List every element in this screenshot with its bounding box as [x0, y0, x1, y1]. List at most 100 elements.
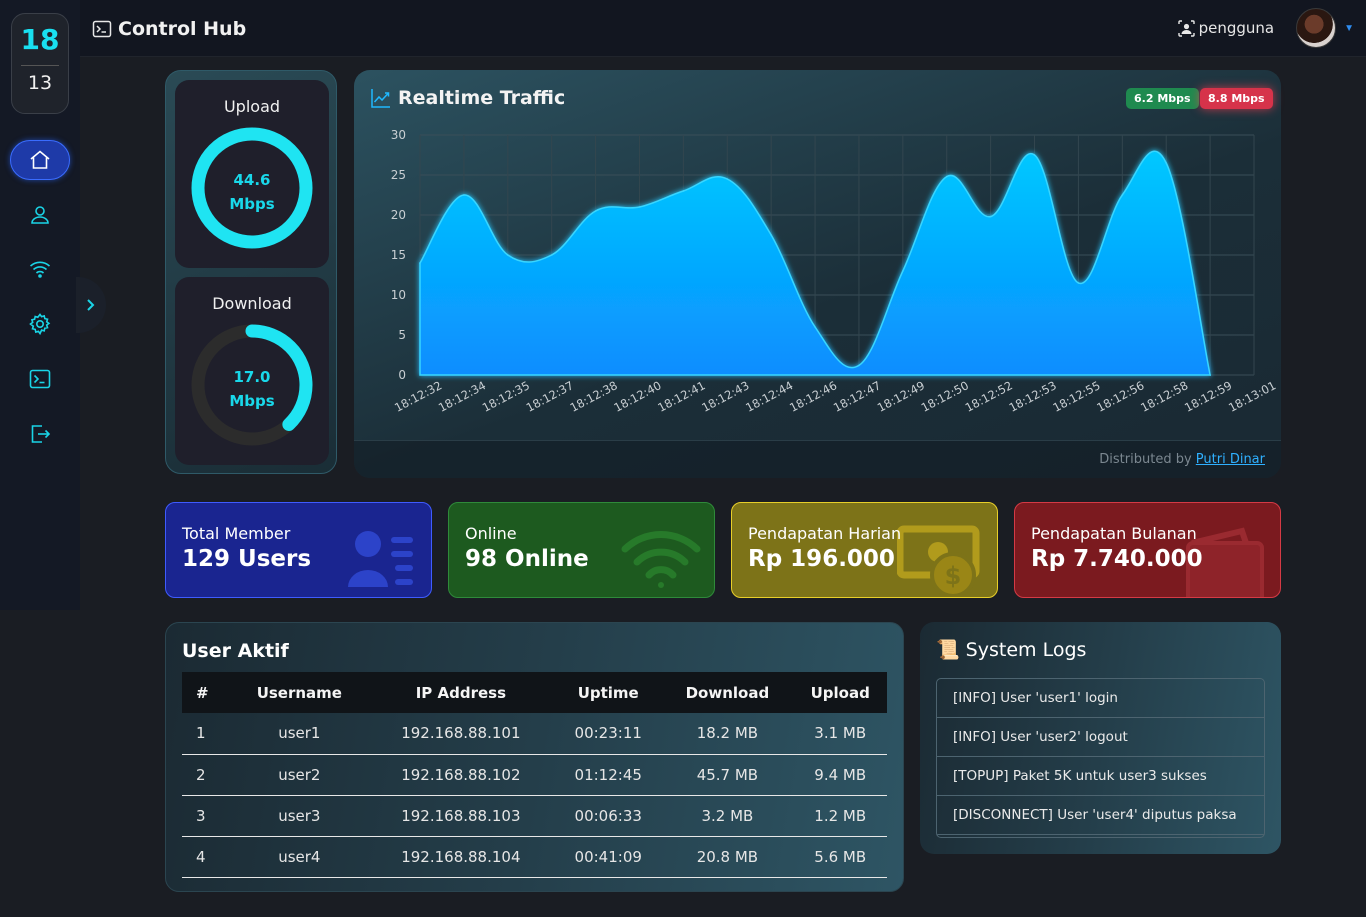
- x-tick-label: 18:13:01: [1226, 378, 1278, 415]
- x-tick-label: 18:12:34: [436, 378, 488, 415]
- x-tick-label: 18:12:44: [743, 378, 795, 415]
- cell-upload: 5.6 MB: [793, 836, 887, 878]
- traffic-data-point: [814, 326, 816, 328]
- footer-author-link[interactable]: Putri Dinar: [1196, 452, 1265, 467]
- y-tick-label: 10: [391, 288, 406, 302]
- sidebar-item-logout[interactable]: [10, 414, 70, 454]
- system-logs-title-text: System Logs: [965, 638, 1087, 661]
- system-logs-title: 📜 System Logs: [936, 638, 1087, 662]
- upload-label: Upload: [223, 97, 281, 116]
- sidebar-item-wifi[interactable]: [10, 249, 70, 289]
- log-list[interactable]: [INFO] User 'user1' login [INFO] User 'u…: [936, 678, 1265, 838]
- traffic-data-point: [902, 270, 904, 272]
- table-row[interactable]: 3 user3 192.168.88.103 00:06:33 3.2 MB 1…: [182, 795, 887, 837]
- traffic-data-point: [1121, 194, 1124, 196]
- top-bar: Control Hub pengguna ▼: [0, 0, 1366, 57]
- cell-uptime: 01:12:45: [555, 754, 662, 796]
- cell-uptime: 00:06:33: [555, 795, 662, 837]
- sidebar-item-home[interactable]: [10, 140, 70, 180]
- app-brand[interactable]: Control Hub: [92, 17, 246, 41]
- upload-rate-badge: 6.2 Mbps: [1126, 88, 1199, 109]
- stat-card-total-member: Total Member 129 Users: [165, 502, 432, 598]
- user-name-area[interactable]: pengguna: [1177, 19, 1274, 38]
- table-row[interactable]: 2 user2 192.168.88.102 01:12:45 45.7 MB …: [182, 754, 887, 796]
- y-tick-label: 30: [391, 128, 406, 142]
- sidebar-item-user[interactable]: [10, 195, 70, 235]
- terminal-icon: [29, 369, 51, 389]
- x-tick-label: 18:12:35: [480, 378, 532, 415]
- svg-text:$: $: [945, 562, 962, 590]
- traffic-data-point: [506, 254, 509, 256]
- chevron-right-icon: [87, 299, 95, 311]
- download-unit: Mbps: [229, 392, 275, 410]
- users-icon: [348, 531, 413, 587]
- sidebar-item-settings[interactable]: [10, 304, 70, 344]
- traffic-data-point: [1209, 374, 1211, 376]
- column-header[interactable]: Username: [232, 672, 367, 713]
- traffic-data-point: [594, 210, 597, 212]
- column-header[interactable]: Upload: [793, 672, 887, 713]
- cell-download: 3.2 MB: [661, 795, 794, 837]
- wifi-icon: [621, 531, 701, 588]
- user-badge-icon: [1177, 19, 1195, 37]
- cell-download: 18.2 MB: [661, 713, 794, 755]
- x-tick-label: 18:12:56: [1094, 378, 1146, 415]
- column-header[interactable]: #: [182, 672, 232, 713]
- avatar[interactable]: [1296, 8, 1337, 48]
- log-item: [INFO] User 'user1' login: [937, 679, 1264, 718]
- clock-divider: [21, 65, 59, 66]
- log-item: [INFO] User 'user2' logout: [937, 718, 1264, 757]
- scroll-icon: 📜: [936, 639, 960, 661]
- cell-ip: 192.168.88.102: [366, 754, 556, 796]
- column-header[interactable]: IP Address: [367, 672, 555, 713]
- traffic-data-point: [1033, 154, 1036, 156]
- cell-upload: 3.1 MB: [793, 713, 887, 755]
- table-row[interactable]: 4 user4 192.168.88.104 00:41:09 20.8 MB …: [182, 836, 887, 878]
- x-tick-label: 18:12:55: [1050, 378, 1102, 415]
- x-tick-label: 18:12:50: [919, 378, 971, 415]
- cell-ip: 192.168.88.103: [366, 795, 556, 837]
- sidebar: 18 13: [0, 0, 80, 610]
- y-tick-label: 0: [398, 368, 406, 382]
- cell-username: user1: [232, 713, 367, 755]
- traffic-title-text: Realtime Traffic: [398, 87, 566, 109]
- x-tick-label: 18:12:58: [1138, 378, 1190, 415]
- stat-value: 129 Users: [182, 546, 312, 572]
- download-gauge: Download 17.0 Mbps: [175, 277, 329, 465]
- traffic-title: Realtime Traffic: [370, 87, 565, 109]
- trend-chart-icon: [371, 89, 390, 108]
- sidebar-item-terminal[interactable]: [10, 359, 70, 399]
- gear-icon: [29, 313, 51, 336]
- system-logs-card: 📜 System Logs [INFO] User 'user1' login …: [920, 622, 1281, 854]
- user-menu[interactable]: pengguna ▼: [1177, 8, 1354, 48]
- chevron-down-icon[interactable]: ▼: [1344, 23, 1354, 34]
- cell-upload: 1.2 MB: [793, 795, 887, 837]
- stat-value: Rp 196.000: [748, 546, 895, 572]
- traffic-data-point: [945, 175, 948, 178]
- stat-value: 98 Online: [465, 546, 589, 572]
- stat-card-monthly-income: Pendapatan Bulanan Rp 7.740.000: [1014, 502, 1281, 598]
- clock-minute: 13: [27, 72, 53, 94]
- cell-index: 1: [182, 713, 232, 755]
- x-tick-label: 18:12:53: [1007, 378, 1059, 415]
- cell-uptime: 00:23:11: [555, 713, 662, 755]
- column-header[interactable]: Uptime: [555, 672, 661, 713]
- x-tick-label: 18:12:38: [568, 378, 620, 415]
- traffic-data-point: [726, 178, 729, 180]
- cell-username: user3: [232, 795, 367, 837]
- x-tick-label: 18:12:46: [787, 378, 839, 415]
- table-row[interactable]: 1 user1 192.168.88.101 00:23:11 18.2 MB …: [182, 713, 887, 755]
- column-header[interactable]: Download: [661, 672, 793, 713]
- traffic-chart: 05101520253018:12:3218:12:3418:12:3518:1…: [391, 128, 1278, 415]
- x-tick-label: 18:12:49: [875, 378, 927, 415]
- table-header-row: # Username IP Address Uptime Download Up…: [182, 672, 887, 713]
- download-value: 17.0 Mbps: [175, 365, 329, 413]
- sidebar-toggle-button[interactable]: [76, 277, 106, 333]
- y-tick-label: 25: [391, 168, 406, 182]
- wifi-icon: [29, 261, 51, 278]
- money-icon: $: [897, 525, 980, 597]
- traffic-data-point: [989, 215, 992, 218]
- stat-label: Online: [465, 524, 517, 543]
- home-icon: [30, 150, 50, 169]
- speed-panel: Upload 44.6 Mbps Download 17.0 Mbps: [165, 70, 337, 474]
